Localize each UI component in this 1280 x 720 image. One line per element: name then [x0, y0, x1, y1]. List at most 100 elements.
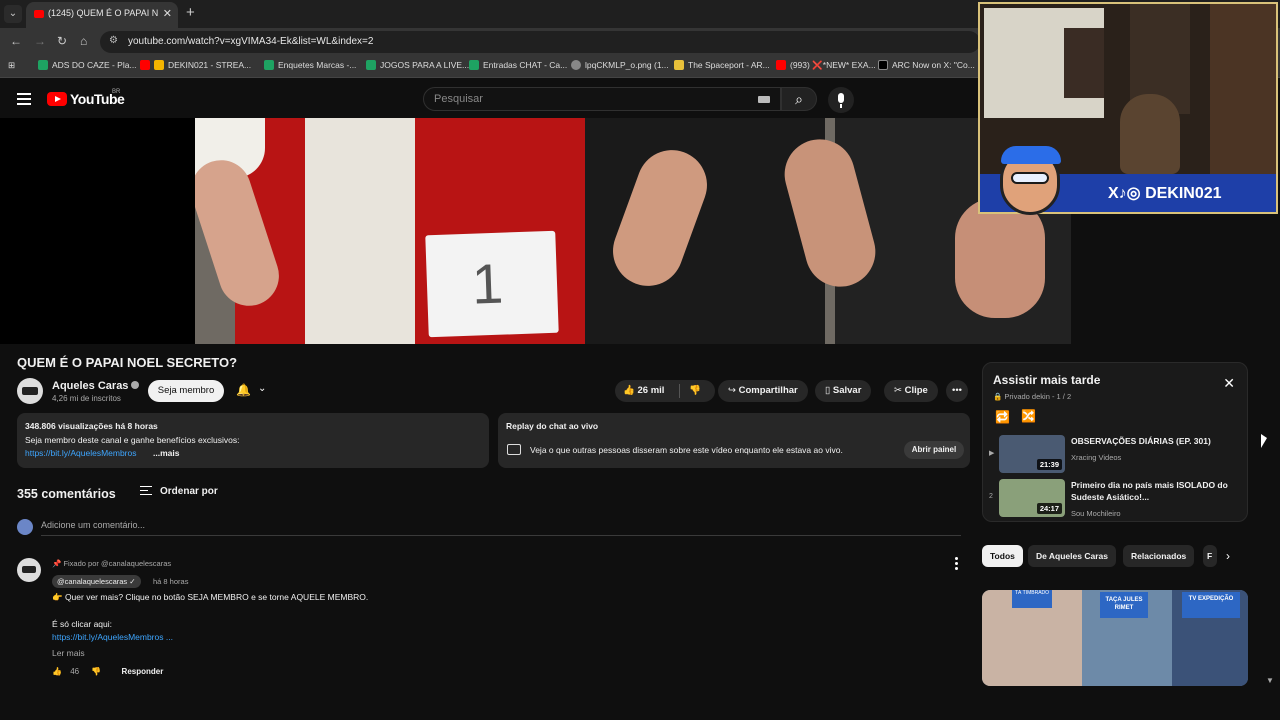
divider [679, 384, 680, 398]
chevron-right-icon[interactable]: › [1226, 549, 1230, 563]
scissors-icon: ✂ [894, 385, 902, 396]
read-more-link[interactable]: Ler mais [52, 648, 85, 658]
apps-grid-icon[interactable]: ⊞ [8, 60, 15, 71]
add-comment-input[interactable]: Adicione um comentário... [41, 520, 145, 530]
search-button[interactable]: ⌕ [781, 87, 817, 111]
glasses [1011, 172, 1049, 184]
youtube-logo-icon[interactable] [47, 92, 67, 106]
like-button[interactable]: 👍 26 mil [623, 380, 664, 402]
menu-icon[interactable] [17, 93, 31, 105]
wall-frame [1064, 28, 1104, 98]
bookmark-item[interactable]: DEKIN021 - STREA... [140, 60, 251, 70]
browser-tab[interactable]: (1245) QUEM É O PAPAI NOEL S ✕ [26, 2, 178, 28]
playlist-thumbnail: 24:17 [999, 479, 1065, 517]
playlist-panel: Assistir mais tarde 🔒 Privado dekin - 1 … [982, 362, 1248, 522]
comment-count: 355 comentários [17, 487, 116, 501]
card-number: 1 [470, 251, 505, 316]
bookmark-item[interactable]: Enquetes Marcas -... [264, 60, 356, 70]
scroll-down-arrow-icon[interactable]: ▼ [1266, 676, 1274, 685]
bookmark-item[interactable]: The Spaceport - AR... [674, 60, 770, 70]
cartoon-avatar-icon [1000, 146, 1061, 215]
keyboard-icon[interactable] [758, 96, 770, 103]
join-button[interactable]: Seja membro [148, 380, 224, 402]
x-icon [878, 60, 888, 70]
comment-link[interactable]: https://bit.ly/AquelesMembros ... [52, 632, 173, 642]
reload-icon[interactable]: ↻ [57, 34, 67, 48]
notification-button[interactable]: 🔔 ⌄ [230, 380, 280, 402]
comment-menu-icon[interactable] [955, 557, 959, 571]
home-icon[interactable]: ⌂ [80, 34, 87, 48]
search-icon: ⌕ [795, 91, 803, 107]
related-video-thumbnail[interactable]: TÁ TIMBRADO TAÇA JULES RIMET TV EXPEDIÇÃ… [982, 590, 1248, 686]
channel-name[interactable]: Aqueles Caras [52, 380, 140, 392]
loop-icon[interactable]: 🔁 [995, 410, 1010, 424]
chip-more[interactable]: F [1203, 545, 1217, 567]
site-info-icon[interactable]: ⚙ [109, 35, 118, 46]
video-player[interactable]: 1 [0, 118, 1071, 344]
share-button[interactable]: ↪ Compartilhar [718, 380, 808, 402]
clapping-hands [955, 198, 1045, 318]
bookmark-item[interactable]: ADS DO CAZE - Pla... [38, 60, 137, 70]
playlist-item-title: OBSERVAÇÕES DIÁRIAS (EP. 301) [1071, 436, 1211, 446]
search-input[interactable]: Pesquisar [423, 87, 781, 111]
pin-icon: 📌 [52, 559, 62, 568]
comment-author[interactable]: @canalaquelescaras ✓ [52, 575, 141, 588]
bookmark-item[interactable]: ARC Now on X: "Co... [878, 60, 975, 70]
bookmark-item[interactable]: Entradas CHAT - Ca... [469, 60, 567, 70]
streamer [1120, 94, 1180, 174]
youtube-favicon-icon [34, 10, 44, 18]
reply-button[interactable]: Responder [122, 667, 164, 676]
chip-all[interactable]: Todos [982, 545, 1023, 567]
playlist-item[interactable]: 2 24:17 Primeiro dia no país mais ISOLAD… [983, 477, 1247, 519]
back-icon[interactable]: ← [10, 34, 22, 48]
close-icon[interactable]: ✕ [1223, 375, 1235, 392]
playlist-subtitle: 🔒 Privado dekin - 1 / 2 [993, 392, 1072, 401]
chip-related[interactable]: Relacionados [1123, 545, 1195, 567]
chip-channel[interactable]: De Aqueles Caras [1028, 545, 1116, 567]
bookmark-item[interactable]: (993) ❌*NEW* EXA... [776, 60, 876, 71]
shuffle-icon[interactable]: 🔀 [1021, 409, 1036, 423]
globe-icon [571, 60, 581, 70]
sheets-icon [38, 60, 48, 70]
forward-icon[interactable]: → [34, 34, 46, 48]
clip-button[interactable]: ✂ Clipe [884, 380, 938, 402]
tab-list-dropdown[interactable]: ⌄ [4, 5, 22, 23]
description-box[interactable]: 348.806 visualizações há 8 horas Seja me… [17, 413, 489, 468]
tab-close-icon[interactable]: ✕ [163, 7, 172, 20]
video-title: QUEM É O PAPAI NOEL SECRETO? [17, 355, 238, 370]
comment-like-count: 46 [70, 667, 80, 676]
playlist-title[interactable]: Assistir mais tarde [993, 373, 1100, 387]
save-button[interactable]: ▯ Salvar [815, 380, 872, 402]
more-actions-button[interactable]: ••• [946, 380, 968, 402]
comment-dislike-button[interactable]: 👎 [91, 667, 101, 676]
show-more-link[interactable]: ...mais [153, 448, 179, 458]
subscriber-count: 4,26 mi de inscritos [52, 394, 121, 403]
channel-avatar[interactable] [17, 378, 43, 404]
open-panel-button[interactable]: Abrir painel [904, 441, 964, 459]
address-bar[interactable]: ⚙ youtube.com/watch?v=xgVIMA34-Ek&list=W… [100, 31, 980, 53]
duration-badge: 24:17 [1036, 503, 1062, 514]
comment-like-button[interactable]: 👍 [52, 667, 62, 676]
sheets-icon [366, 60, 376, 70]
new-tab-button[interactable]: + [186, 4, 195, 21]
sheets-icon [469, 60, 479, 70]
dislike-button[interactable]: 👎 [689, 380, 701, 402]
comment-text: É só clicar aqui: [52, 619, 112, 629]
cap [1001, 146, 1061, 164]
url-text: youtube.com/watch?v=xgVIMA34-Ek&list=WL&… [128, 36, 374, 47]
drive-icon [154, 60, 164, 70]
comment-author-avatar[interactable] [17, 558, 41, 582]
playlist-item[interactable]: ▶ 21:39 OBSERVAÇÕES DIÁRIAS (EP. 301) Xr… [983, 433, 1247, 475]
mic-icon[interactable] [828, 87, 854, 113]
sort-button[interactable]: Ordenar por [140, 486, 218, 497]
description-link[interactable]: https://bit.ly/AquelesMembros [25, 448, 137, 458]
number-card: 1 [425, 230, 559, 338]
bookmark-item[interactable]: lpqCKMLP_o.png (1... [571, 60, 669, 70]
mouse-cursor-icon [1261, 434, 1267, 448]
bookmark-item[interactable]: JOGOS PARA A LIVE... [366, 60, 469, 70]
sheets-icon [264, 60, 274, 70]
playlist-index: 2 [989, 493, 993, 500]
sort-icon [140, 486, 152, 495]
comment-time[interactable]: há 8 horas [153, 577, 188, 586]
youtube-icon [140, 60, 150, 70]
